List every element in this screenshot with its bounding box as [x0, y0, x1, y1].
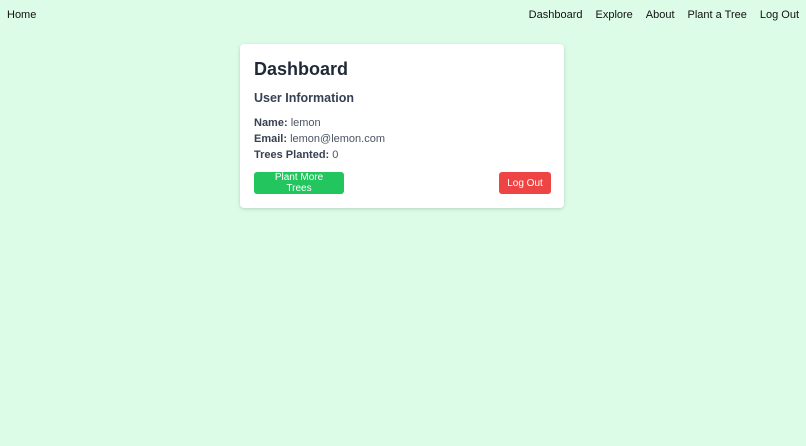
user-info: Name: lemon Email: lemon@lemon.com Trees…	[254, 115, 550, 163]
plant-more-trees-button[interactable]: Plant More Trees	[254, 172, 344, 194]
trees-label: Trees Planted:	[254, 149, 330, 161]
name-row: Name: lemon	[254, 115, 550, 131]
nav-links: Dashboard Explore About Plant a Tree Log…	[516, 9, 799, 21]
top-navigation: Home Dashboard Explore About Plant a Tre…	[0, 0, 806, 30]
nav-dashboard-link[interactable]: Dashboard	[529, 9, 583, 21]
nav-home-link[interactable]: Home	[7, 9, 36, 21]
page-title: Dashboard	[254, 59, 349, 79]
trees-value: 0	[332, 149, 339, 161]
nav-plant-tree-link[interactable]: Plant a Tree	[688, 9, 747, 21]
email-value: lemon@lemon.com	[290, 133, 386, 145]
nav-logout-link[interactable]: Log Out	[760, 9, 799, 21]
trees-row: Trees Planted: 0	[254, 147, 550, 163]
email-label: Email:	[254, 133, 288, 145]
logout-button[interactable]: Log Out	[499, 172, 551, 194]
nav-about-link[interactable]: About	[646, 9, 675, 21]
card-actions: Plant More Trees Log Out	[254, 172, 551, 194]
nav-explore-link[interactable]: Explore	[595, 9, 632, 21]
email-row: Email: lemon@lemon.com	[254, 131, 550, 147]
name-label: Name:	[254, 117, 288, 129]
name-value: lemon	[290, 117, 321, 129]
dashboard-card: Dashboard User Information Name: lemon E…	[240, 44, 564, 208]
section-title: User Information	[254, 91, 355, 105]
